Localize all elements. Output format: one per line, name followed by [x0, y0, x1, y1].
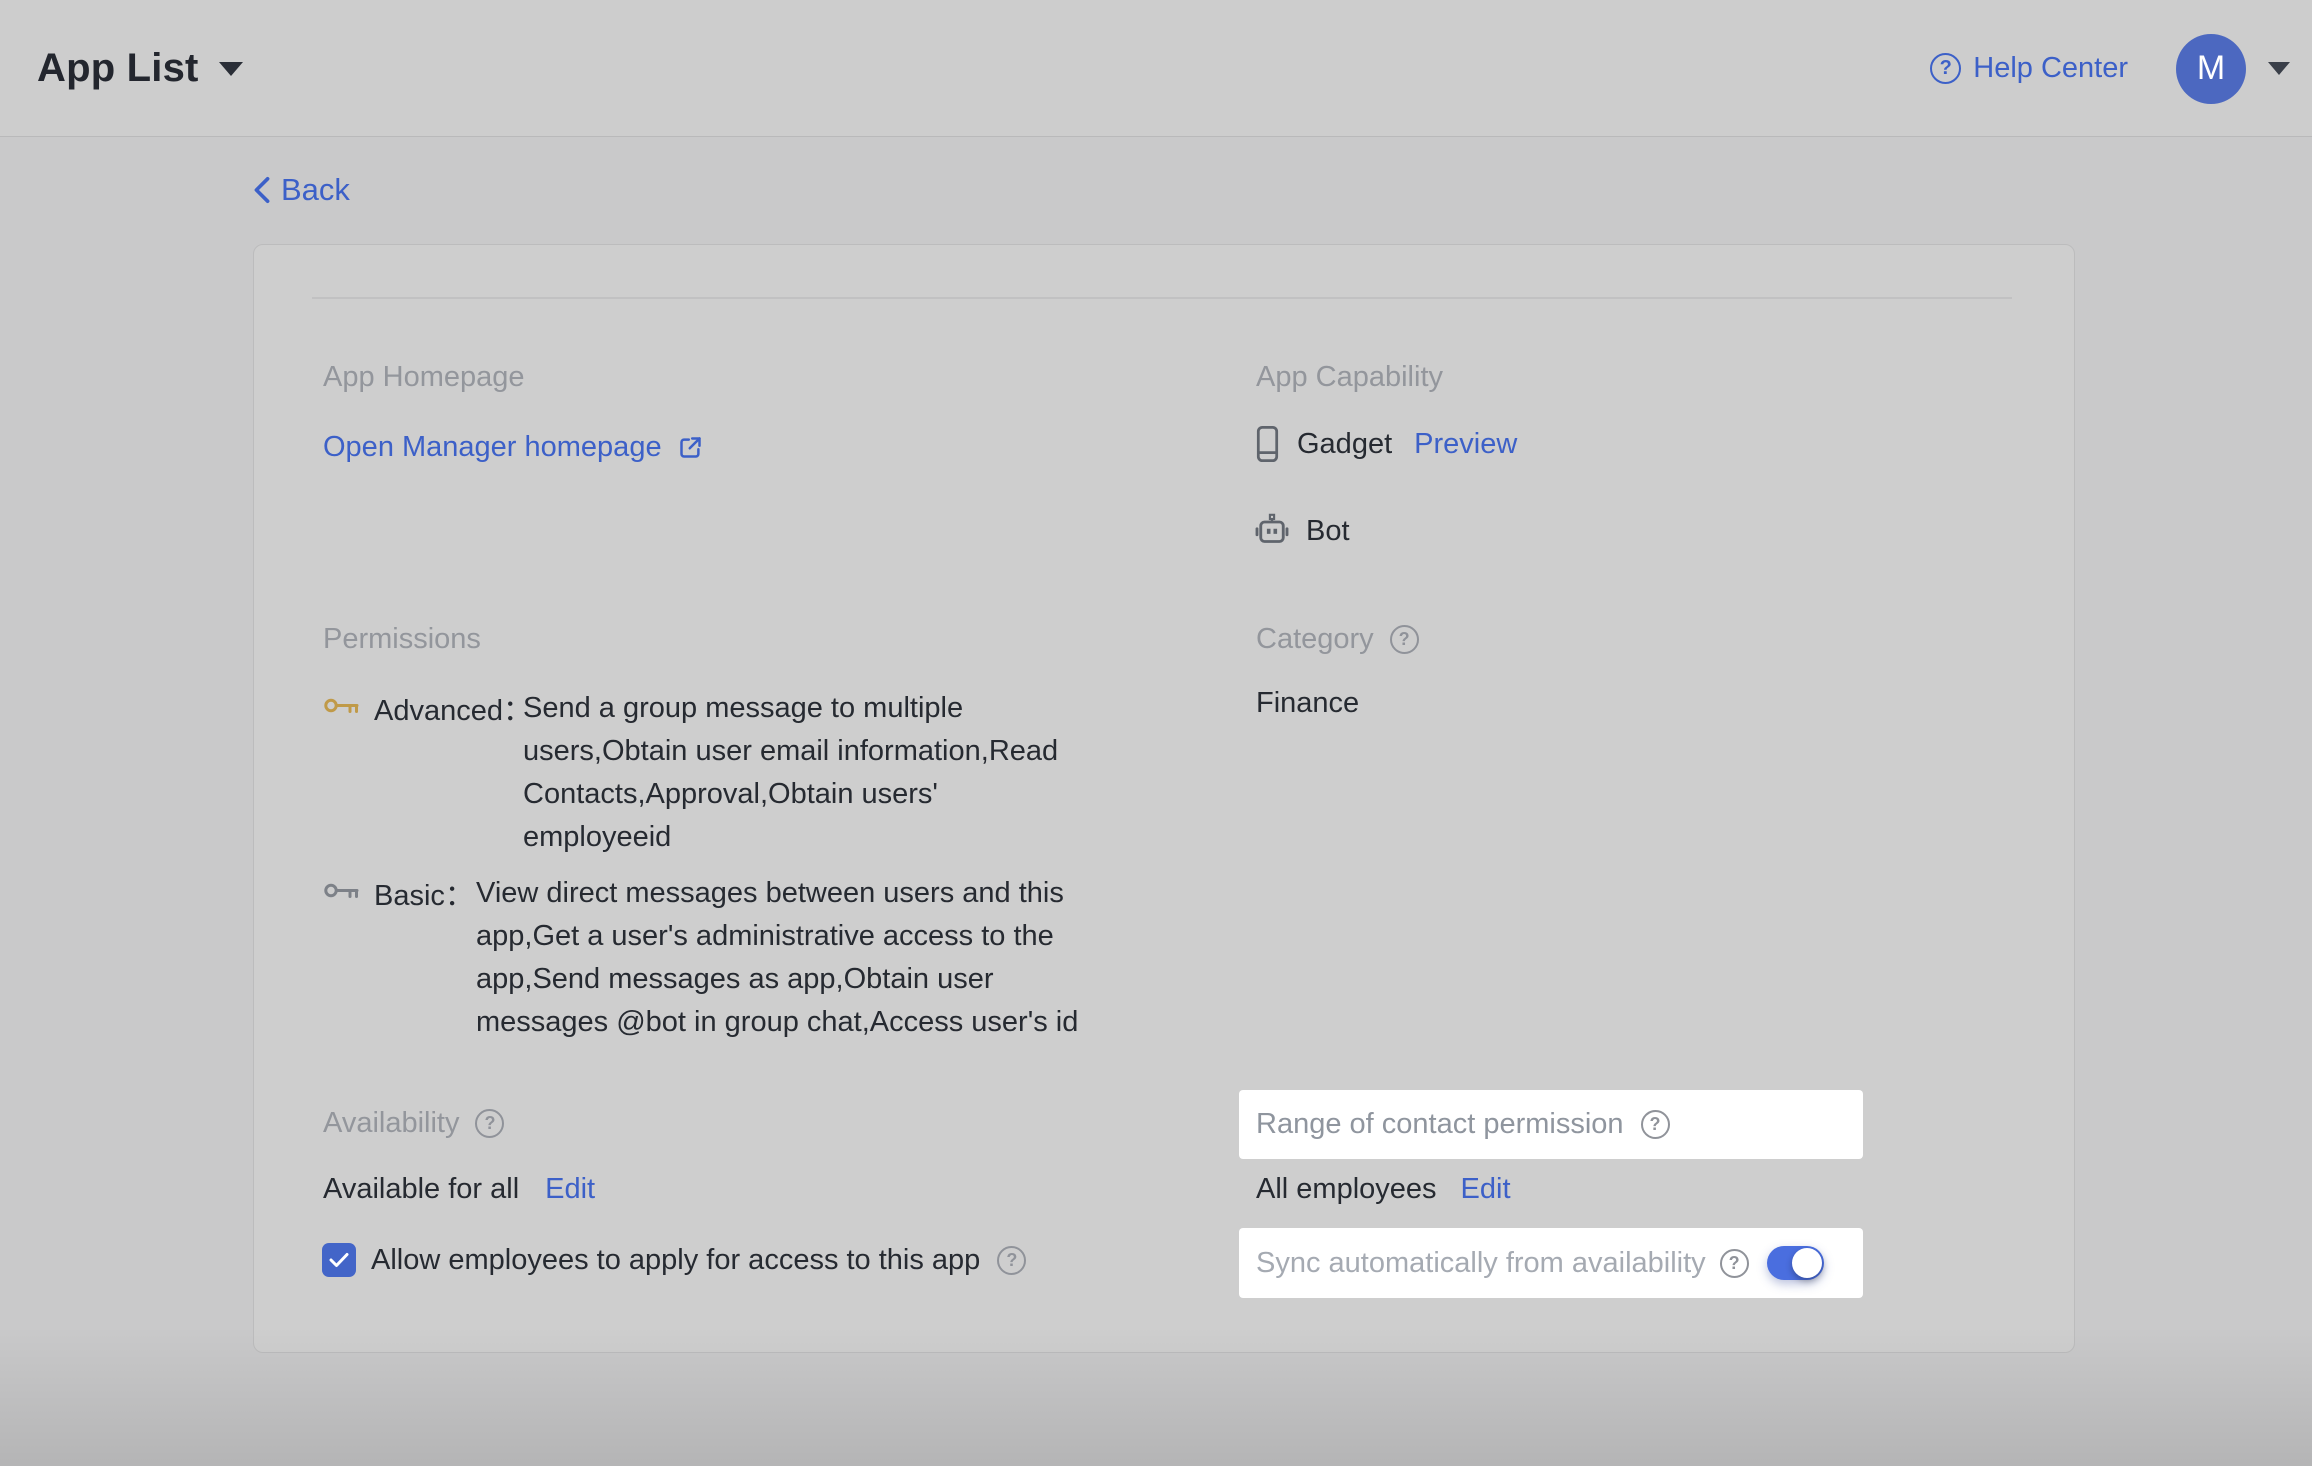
section-divider [312, 297, 2012, 299]
availability-help-icon[interactable]: ? [475, 1109, 504, 1138]
availability-edit-button[interactable]: Edit [545, 1173, 595, 1206]
category-help-icon[interactable]: ? [1390, 625, 1419, 654]
open-manager-homepage-label: Open Manager homepage [323, 431, 662, 464]
toggle-knob [1792, 1248, 1822, 1278]
category-section: Category ? [1256, 623, 1419, 656]
apply-access-help-icon[interactable]: ? [997, 1246, 1026, 1275]
capability-bot-row: Bot [1254, 513, 1350, 549]
app-homepage-label: App Homepage [323, 361, 525, 394]
contact-permission-value-row: All employees Edit [1256, 1173, 1511, 1206]
open-manager-homepage-link[interactable]: Open Manager homepage [323, 431, 704, 464]
sync-availability-highlight: Sync automatically from availability ? [1239, 1228, 1863, 1298]
apply-access-checkbox[interactable] [322, 1243, 356, 1277]
account-menu-caret-icon[interactable] [2268, 62, 2290, 75]
top-bar: App List ? Help Center M [0, 0, 2312, 137]
capability-bot-label: Bot [1306, 515, 1350, 548]
availability-label: Availability [323, 1107, 459, 1140]
sync-availability-toggle[interactable] [1767, 1246, 1824, 1280]
permissions-label: Permissions [323, 623, 481, 656]
help-question-icon: ? [1930, 53, 1961, 84]
contact-permission-label: Range of contact permission [1256, 1108, 1624, 1141]
page-title: App List [37, 46, 199, 91]
help-center-link[interactable]: ? Help Center [1930, 52, 2128, 85]
sync-availability-help-icon[interactable]: ? [1720, 1249, 1749, 1278]
chevron-left-icon [253, 176, 271, 204]
contact-permission-value: All employees [1256, 1173, 1437, 1206]
category-label: Category [1256, 623, 1374, 656]
back-link[interactable]: Back [253, 172, 350, 208]
avatar[interactable]: M [2176, 34, 2246, 104]
capability-gadget-label: Gadget [1297, 428, 1392, 461]
key-icon-advanced [323, 693, 360, 718]
contact-permission-highlight: Range of contact permission ? [1239, 1090, 1863, 1159]
contact-permission-edit-button[interactable]: Edit [1461, 1173, 1511, 1206]
advanced-permissions-value: Send a group message to multiple users,O… [523, 687, 1075, 859]
chevron-down-icon [219, 62, 243, 76]
capability-gadget-row: Gadget Preview [1256, 425, 1517, 463]
apply-access-label: Allow employees to apply for access to t… [371, 1244, 980, 1277]
sync-availability-label: Sync automatically from availability [1256, 1247, 1706, 1280]
app-detail-screen: App List ? Help Center M Back App Homepa… [0, 0, 2312, 1466]
availability-value-row: Available for all Edit [323, 1173, 595, 1206]
key-icon-basic [323, 878, 360, 903]
availability-value: Available for all [323, 1173, 519, 1206]
apply-access-row: Allow employees to apply for access to t… [322, 1243, 1026, 1277]
avatar-initial: M [2197, 49, 2225, 88]
advanced-permissions-label: Advanced： [374, 687, 532, 729]
checkmark-icon [329, 1252, 349, 1268]
help-center-label: Help Center [1973, 52, 2128, 85]
app-detail-card: App Homepage Open Manager homepage Permi… [253, 244, 2075, 1353]
contact-permission-help-icon[interactable]: ? [1641, 1110, 1670, 1139]
basic-permissions-label: Basic： [374, 872, 474, 914]
bot-icon [1254, 513, 1290, 549]
gadget-icon [1256, 425, 1279, 463]
app-list-title-dropdown[interactable]: App List [37, 0, 243, 137]
gadget-preview-link[interactable]: Preview [1414, 428, 1517, 461]
availability-section: Availability ? [323, 1107, 504, 1140]
category-value: Finance [1256, 687, 1359, 720]
basic-permissions-value: View direct messages between users and t… [476, 872, 1091, 1044]
back-label: Back [281, 172, 350, 208]
app-capability-label: App Capability [1256, 361, 1443, 394]
header-right: ? Help Center M [1930, 0, 2290, 137]
external-link-icon [677, 434, 704, 461]
